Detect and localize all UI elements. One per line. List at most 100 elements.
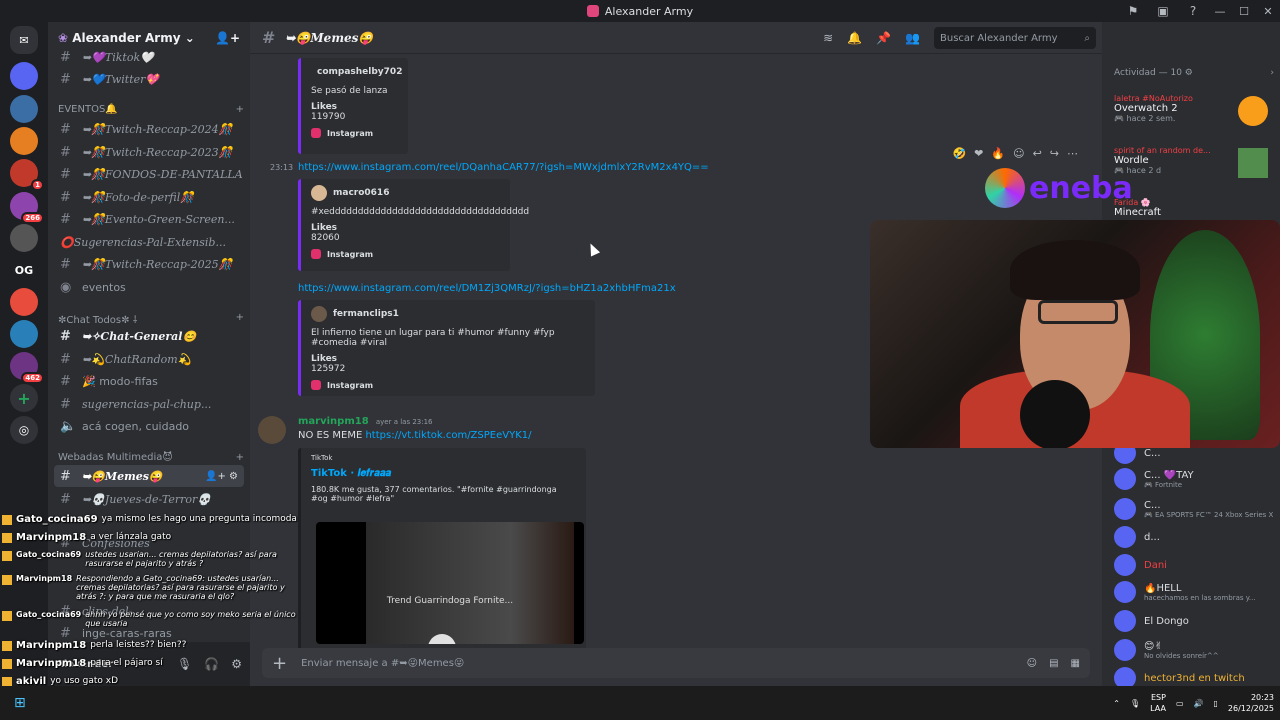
channel-twitch-reccap-2024[interactable]: # ➥🎊Twitch-Reccap-2024🎊: [54, 118, 244, 140]
member-status: hacechamos en las sombras y...: [1144, 593, 1256, 602]
channel-memes[interactable]: # ➥😜Memes😜 👤+ ⚙: [54, 465, 244, 487]
hash-icon: #: [60, 211, 71, 227]
server-icon[interactable]: 1: [10, 159, 44, 191]
close-button[interactable]: ✕: [1256, 5, 1280, 18]
channel-fondos[interactable]: # ➥🎊FONDOS-DE-PANTALLA: [54, 163, 244, 185]
search-input[interactable]: Buscar Alexander Army ⌕: [934, 27, 1096, 49]
add-channel-icon[interactable]: +: [236, 452, 244, 463]
discord-home-icon[interactable]: ✉: [10, 26, 38, 54]
activity-header[interactable]: Actividad — 10 ⚙ ›: [1114, 68, 1274, 78]
volume-icon[interactable]: 🔊: [1194, 699, 1204, 708]
server-icon[interactable]: [10, 95, 38, 123]
category-eventos[interactable]: EVENTOS🔔 +: [58, 104, 244, 115]
battery-icon[interactable]: ▯: [1213, 699, 1217, 708]
chevron-up-icon[interactable]: ⌃: [1113, 699, 1120, 708]
channel-chat-random[interactable]: # ➥💫ChatRandom💫: [54, 348, 244, 370]
maximize-button[interactable]: ☐: [1232, 5, 1256, 18]
avatar: [1114, 554, 1136, 576]
channel-eventos[interactable]: ◉ eventos: [54, 276, 244, 298]
category-chat-todos[interactable]: ✼Chat Todos✼ ⸸ +: [58, 312, 244, 326]
server-icon[interactable]: [10, 224, 38, 252]
server-icon[interactable]: [10, 320, 38, 348]
message-link[interactable]: https://www.instagram.com/reel/DM1Zj3QMR…: [298, 283, 676, 294]
inbox-icon[interactable]: ⚑: [1118, 4, 1148, 18]
message-toolbar: 🤣 ❤ 🔥 ☺ ↩ ↪ ⋯: [946, 142, 1084, 164]
add-channel-icon[interactable]: +: [236, 104, 244, 115]
channel-foto-perfil[interactable]: # ➥🎊Foto-de-perfil🎊: [54, 186, 244, 208]
member-item[interactable]: 🔥HELL hacechamos en las sombras y...: [1114, 579, 1274, 605]
help-icon[interactable]: ?: [1178, 4, 1208, 18]
bell-icon[interactable]: 🔔: [847, 31, 862, 45]
members-icon[interactable]: 👥: [905, 31, 920, 45]
threads-icon[interactable]: ≋: [823, 31, 833, 45]
stream-chat-line: Gato_cocina69 ahhh yo pensé que yo como s…: [2, 610, 305, 628]
channel-settings-icon[interactable]: 👤+ ⚙: [205, 471, 238, 482]
chevron-right-icon[interactable]: ›: [1270, 68, 1274, 78]
server-icon[interactable]: [10, 288, 38, 316]
add-member-icon[interactable]: 👤+: [215, 31, 240, 45]
channel-tiktok[interactable]: # ➥💜Tiktok🤍: [54, 46, 244, 68]
gif-icon[interactable]: ▤: [1049, 658, 1058, 669]
channel-sugerencias[interactable]: # sugerencias-pal-chup...: [54, 393, 244, 415]
add-channel-icon[interactable]: +: [236, 312, 244, 326]
screen-icon[interactable]: ▣: [1148, 4, 1178, 18]
more-icon[interactable]: ⋯: [1067, 147, 1078, 160]
instagram-embed[interactable]: macro0616 #xeddddddddddddddddddddddddddd…: [298, 179, 529, 271]
member-name: C...: [1144, 447, 1161, 459]
channel-jueves-terror[interactable]: # ➥💀Jueves-de-Terror💀: [54, 488, 244, 510]
channel-sugerencias-extension[interactable]: ⭕Sugerencias-Pal-Extensib...: [54, 231, 244, 253]
wordle-icon: [1238, 148, 1268, 178]
windows-start-icon[interactable]: ⊞: [14, 695, 26, 711]
message-composer[interactable]: + Enviar mensaje a #➥😜Memes😜 ☺ ▤ ▦: [262, 648, 1090, 678]
member-name: 😊✌: [1144, 640, 1163, 652]
server-icon[interactable]: [10, 62, 38, 90]
server-icon[interactable]: 462: [10, 352, 44, 384]
activity-item[interactable]: laletra #NoAutorizo Overwatch 2 🎮 hace 2 s…: [1114, 94, 1193, 123]
tiktok-title[interactable]: TikTok · 𝒍𝒆𝒇𝒓𝒂𝒂𝒂: [311, 468, 576, 479]
add-server-icon[interactable]: +: [10, 384, 38, 412]
reply-icon[interactable]: ↩: [1033, 147, 1042, 160]
minimize-button[interactable]: —: [1208, 5, 1232, 18]
forward-icon[interactable]: ↪: [1050, 147, 1059, 160]
mic-icon[interactable]: 🎙: [1130, 699, 1140, 708]
emoji-icon[interactable]: ☺: [1027, 658, 1037, 669]
message-link[interactable]: https://vt.tiktok.com/ZSPEeVYK1/: [365, 430, 531, 441]
channel-aca-cogen[interactable]: 🔈 acá cogen, cuidado: [54, 415, 244, 437]
server-icon[interactable]: OG: [10, 256, 38, 284]
hash-icon: #: [60, 144, 71, 160]
channel-twitch-reccap-2023[interactable]: # ➥🎊Twitch-Reccap-2023🎊: [54, 141, 244, 163]
member-item[interactable]: El Dongo: [1114, 608, 1274, 634]
member-item[interactable]: C... 🎮 EA SPORTS FC™ 24 Xbox Series X: [1114, 496, 1274, 522]
network-icon[interactable]: ▭: [1176, 699, 1184, 708]
message-link[interactable]: https://www.instagram.com/reel/DQanhaCAR…: [298, 162, 709, 173]
add-reaction-icon[interactable]: ☺: [1013, 147, 1024, 160]
clock[interactable]: 20:23 26/12/2025: [1228, 692, 1274, 714]
reaction-icon[interactable]: 🔥: [991, 147, 1005, 160]
server-icon[interactable]: 266: [10, 192, 44, 224]
reaction-icon[interactable]: 🤣: [952, 147, 966, 160]
language-indicator[interactable]: ESP LAA: [1150, 692, 1166, 714]
channel-modo-fifas[interactable]: # 🎉 modo-fifas: [54, 370, 244, 392]
channel-twitter[interactable]: # ➥💙Twitter💖: [54, 68, 244, 90]
category-webadas[interactable]: Webadas Multimedia😈 +: [58, 452, 244, 463]
member-item[interactable]: C... 💜TAY 🎮 Fortnite: [1114, 466, 1274, 492]
channel-chat-general[interactable]: # ➥✧Chat-General😊: [54, 325, 244, 347]
instagram-embed[interactable]: fermanclips1 El infierno tiene un lugar …: [298, 300, 595, 396]
channel-green-screen[interactable]: # ➥🎊Evento-Green-Screen...: [54, 208, 244, 230]
apps-icon[interactable]: ▦: [1071, 658, 1080, 669]
chat-user: Marvinpm18: [16, 640, 87, 651]
member-item[interactable]: 😊✌ No olvides sonreír^^: [1114, 637, 1274, 663]
chat-message: para el pájaro sí: [90, 658, 163, 668]
avatar[interactable]: [258, 416, 286, 444]
server-icon[interactable]: [10, 127, 38, 155]
heart-icon[interactable]: ❤: [974, 147, 983, 160]
instagram-embed[interactable]: compashelby702 Se pasó de lanza Likes 11…: [298, 58, 408, 154]
pin-icon[interactable]: 📌: [876, 31, 891, 45]
channel-twitch-reccap-2025[interactable]: # ➥🎊Twitch-Reccap-2025🎊: [54, 253, 244, 275]
discover-icon[interactable]: ◎: [10, 416, 38, 444]
message-input[interactable]: Enviar mensaje a #➥😜Memes😜: [301, 658, 464, 669]
member-item[interactable]: d...: [1114, 524, 1274, 550]
author-name[interactable]: marvinpm18: [298, 416, 369, 427]
member-item[interactable]: Dani: [1114, 552, 1274, 578]
video-player[interactable]: Trend Guarrindoga Fornite...: [316, 522, 584, 644]
